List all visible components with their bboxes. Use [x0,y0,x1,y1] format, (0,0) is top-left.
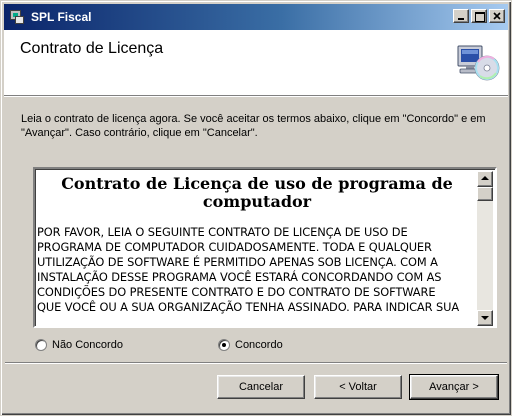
agree-label: Concordo [235,339,283,351]
close-button[interactable] [489,9,505,23]
window-title: SPL Fiscal [31,10,92,24]
window-controls [451,9,505,23]
instructions-text: Leia o contrato de licença agora. Se voc… [21,113,486,139]
license-line: POR FAVOR, LEIA O SEGUINTE CONTRATO DE L… [37,225,408,239]
disagree-radio[interactable] [35,339,47,351]
back-button[interactable]: < Voltar [314,375,402,399]
license-line: INSTALAÇÃO DESSE PROGRAMA VOCÊ ESTARÁ CO… [37,270,442,284]
scroll-thumb[interactable] [477,187,493,201]
license-scrollbar[interactable] [477,171,493,326]
maximize-button[interactable] [471,9,487,23]
license-text-box[interactable]: Contrato de Licença de uso de programa d… [33,167,497,328]
cancel-button[interactable]: Cancelar [217,375,305,399]
wizard-header: Contrato de Licença [4,30,508,97]
license-line: UTILIZAÇÃO DE SOFTWARE É PERMITIDO APENA… [37,255,438,269]
next-button[interactable]: Avançar > [409,374,499,400]
title-bar[interactable]: SPL Fiscal [4,4,508,30]
license-content: Contrato de Licença de uso de programa d… [37,171,477,326]
setup-app-icon[interactable] [9,9,25,25]
option-agree[interactable]: Concordo [218,339,283,351]
agree-radio[interactable] [218,339,230,351]
license-body: POR FAVOR, LEIA O SEGUINTE CONTRATO DE L… [37,225,477,315]
page-title: Contrato de Licença [20,40,164,57]
separator [5,362,507,364]
disagree-label: Não Concordo [52,339,123,351]
option-disagree[interactable]: Não Concordo [35,339,123,351]
minimize-button[interactable] [453,9,469,23]
close-icon [493,12,501,20]
license-heading: Contrato de Licença de uso de programa d… [61,174,453,211]
installer-window: SPL Fiscal Contrato de Licença Leia o co… [0,0,512,416]
computer-cd-icon [457,45,500,81]
license-line: PROGRAMA DE COMPUTADOR CUIDADOSAMENTE. T… [37,240,432,254]
scroll-up-button[interactable] [477,171,493,187]
license-line: CONDIÇÕES DO PRESENTE CONTRATO E DO CONT… [37,285,436,299]
license-line: QUE VOCÊ OU A SUA ORGANIZAÇÃO TENHA ASSI… [37,300,460,314]
scroll-down-button[interactable] [477,310,493,326]
